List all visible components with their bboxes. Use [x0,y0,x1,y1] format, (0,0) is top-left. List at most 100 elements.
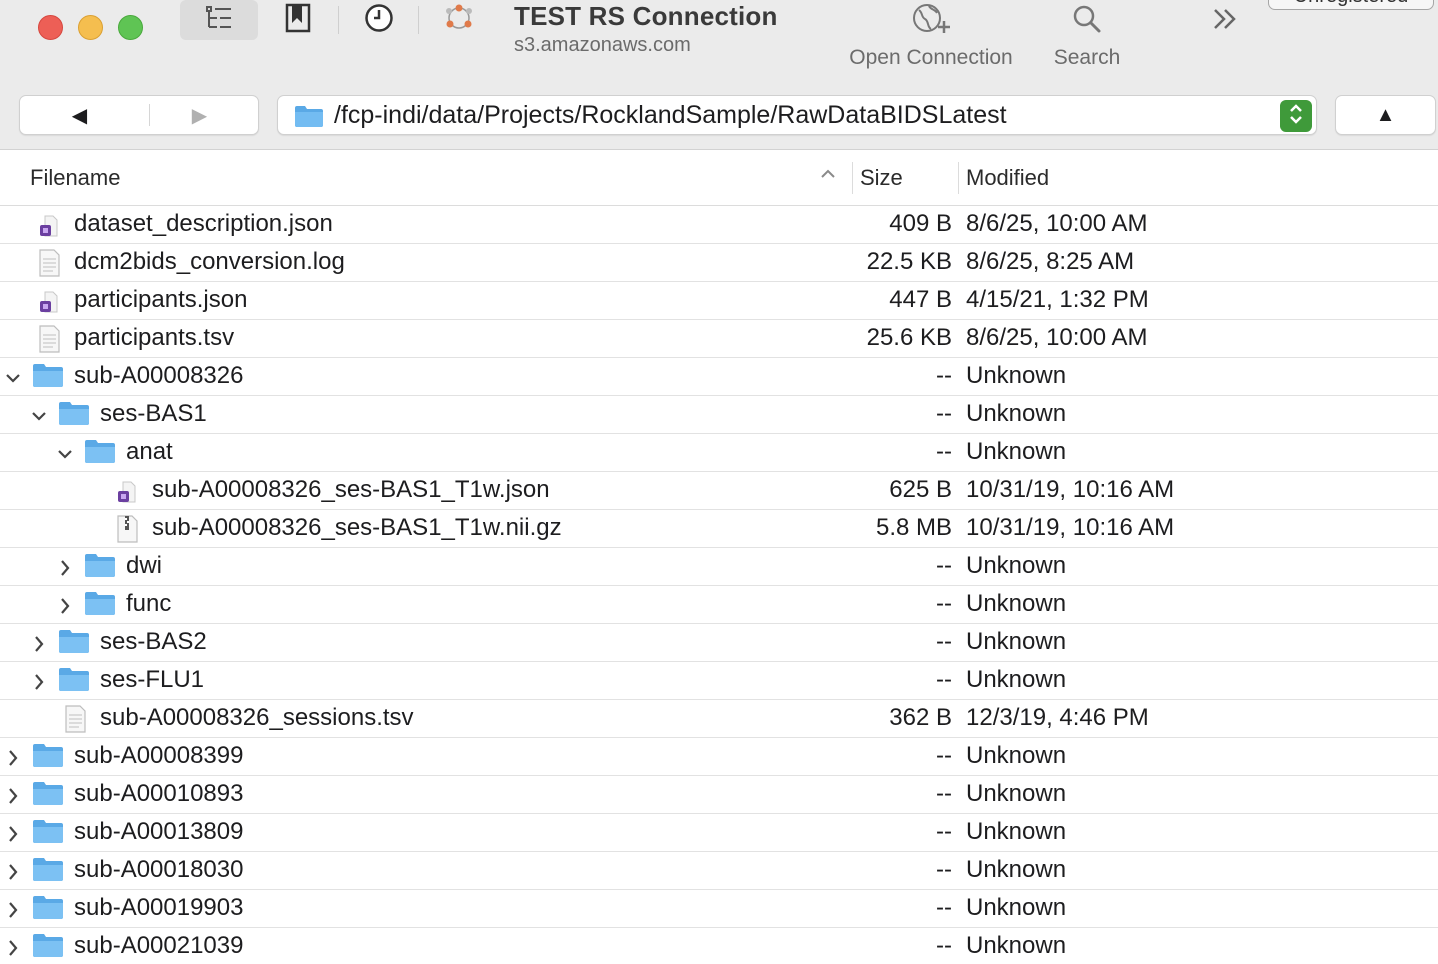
path-popup[interactable]: /fcp-indi/data/Projects/RocklandSample/R… [277,95,1317,135]
folder-row[interactable]: ses-FLU1 -- Unknown [0,662,1438,700]
size-cell: -- [936,666,952,693]
filename-cell: dcm2bids_conversion.log [74,248,345,275]
folder-icon [58,400,90,433]
folder-row[interactable]: sub-A00018030 -- Unknown [0,852,1438,890]
path-menu-stepper[interactable] [1280,100,1312,132]
filename-cell: sub-A00008326 [74,362,244,389]
disclosure-closed-icon[interactable] [56,557,74,577]
size-cell: -- [936,780,952,807]
modified-cell: Unknown [966,894,1067,921]
text-file-icon [36,248,62,285]
open-connection-button[interactable]: Open Connection [838,0,1024,70]
filename-cell: dataset_description.json [74,210,333,237]
filename-cell: ses-BAS2 [100,628,207,655]
toolbar-separator [338,6,339,34]
folder-row[interactable]: func -- Unknown [0,586,1438,624]
modified-cell: Unknown [966,438,1067,465]
folder-row[interactable]: sub-A00010893 -- Unknown [0,776,1438,814]
parent-directory-button[interactable]: ▲ [1335,95,1436,135]
folder-icon [32,818,64,851]
navigation-bar: ◀ ▶ /fcp-indi/data/Projects/RocklandSamp… [0,80,1438,150]
disclosure-closed-icon[interactable] [4,823,22,843]
folder-row[interactable]: sub-A00008399 -- Unknown [0,738,1438,776]
outline-list-icon [205,5,233,36]
file-row[interactable]: dcm2bids_conversion.log 22.5 KB 8/6/25, 8:… [0,244,1438,282]
disclosure-closed-icon[interactable] [4,861,22,881]
folder-icon [32,894,64,927]
folder-row[interactable]: ses-BAS2 -- Unknown [0,624,1438,662]
search-button[interactable]: Search [1046,0,1128,70]
folder-row[interactable]: sub-A00019903 -- Unknown [0,890,1438,928]
size-cell: 22.5 KB [866,248,952,275]
toolbar-overflow-button[interactable] [1210,4,1240,42]
file-row[interactable]: dataset_description.json 409 B 8/6/25, 10:… [0,206,1438,244]
disclosure-open-icon[interactable] [4,367,22,387]
file-list: dataset_description.json 409 B 8/6/25, 10:… [0,206,1438,964]
forward-button[interactable]: ▶ [140,96,259,134]
zoom-window-button[interactable] [118,15,143,40]
filename-cell: sub-A00013809 [74,818,244,845]
open-connection-label: Open Connection [849,46,1013,69]
minimize-window-button[interactable] [78,15,103,40]
column-divider[interactable] [852,162,853,194]
close-window-button[interactable] [38,15,63,40]
modified-cell: Unknown [966,590,1067,617]
file-row[interactable]: sub-A00008326_ses-BAS1_T1w.nii.gz 5.8 MB 1… [0,510,1438,548]
column-divider[interactable] [958,162,959,194]
text-file-icon [62,704,88,741]
file-row[interactable]: participants.tsv 25.6 KB 8/6/25, 10:00 AM [0,320,1438,358]
folder-icon [84,438,116,471]
bonjour-button[interactable] [440,0,478,40]
browser-view-button[interactable] [180,0,258,40]
disclosure-closed-icon[interactable] [4,937,22,957]
column-header-filename[interactable]: Filename [30,150,120,206]
size-cell: -- [936,400,952,427]
modified-cell: Unknown [966,742,1067,769]
history-button[interactable] [360,0,398,40]
folder-row[interactable]: sub-A00008326 -- Unknown [0,358,1438,396]
current-path: /fcp-indi/data/Projects/RocklandSample/R… [334,101,1007,129]
folder-row[interactable]: dwi -- Unknown [0,548,1438,586]
json-file-icon [114,478,140,513]
size-cell: -- [936,590,952,617]
filename-cell: sub-A00010893 [74,780,244,807]
network-icon [443,3,475,38]
modified-cell: Unknown [966,856,1067,883]
column-header-modified[interactable]: Modified [966,150,1049,206]
size-cell: 362 B [889,704,952,731]
up-arrow-icon: ▲ [1375,103,1396,126]
filename-cell: sub-A00018030 [74,856,244,883]
disclosure-open-icon[interactable] [56,443,74,463]
modified-cell: 4/15/21, 1:32 PM [966,286,1149,313]
file-row[interactable]: participants.json 447 B 4/15/21, 1:32 PM [0,282,1438,320]
folder-row[interactable]: sub-A00013809 -- Unknown [0,814,1438,852]
modified-cell: Unknown [966,362,1067,389]
filename-cell: sub-A00008326_sessions.tsv [100,704,414,731]
disclosure-open-icon[interactable] [30,405,48,425]
filename-cell: participants.tsv [74,324,235,351]
size-cell: -- [936,362,952,389]
disclosure-closed-icon[interactable] [30,671,48,691]
folder-row[interactable]: anat -- Unknown [0,434,1438,472]
disclosure-closed-icon[interactable] [56,595,74,615]
unregistered-badge[interactable]: Unregistered [1268,0,1434,10]
modified-cell: 10/31/19, 10:16 AM [966,514,1175,541]
folder-row[interactable]: sub-A00021039 -- Unknown [0,928,1438,964]
disclosure-closed-icon[interactable] [4,899,22,919]
back-button[interactable]: ◀ [20,96,139,134]
json-file-icon [36,212,62,247]
folder-row[interactable]: ses-BAS1 -- Unknown [0,396,1438,434]
disclosure-closed-icon[interactable] [4,785,22,805]
file-row[interactable]: sub-A00008326_sessions.tsv 362 B 12/3/19, … [0,700,1438,738]
size-cell: -- [936,628,952,655]
file-row[interactable]: sub-A00008326_ses-BAS1_T1w.json 625 B 10/3… [0,472,1438,510]
folder-icon [32,742,64,775]
size-cell: 25.6 KB [866,324,952,351]
column-header-size[interactable]: Size [860,150,903,206]
bookmarks-button[interactable] [280,0,316,40]
disclosure-closed-icon[interactable] [30,633,48,653]
folder-icon [32,362,64,395]
size-cell: -- [936,438,952,465]
disclosure-closed-icon[interactable] [4,747,22,767]
size-cell: 625 B [889,476,952,503]
